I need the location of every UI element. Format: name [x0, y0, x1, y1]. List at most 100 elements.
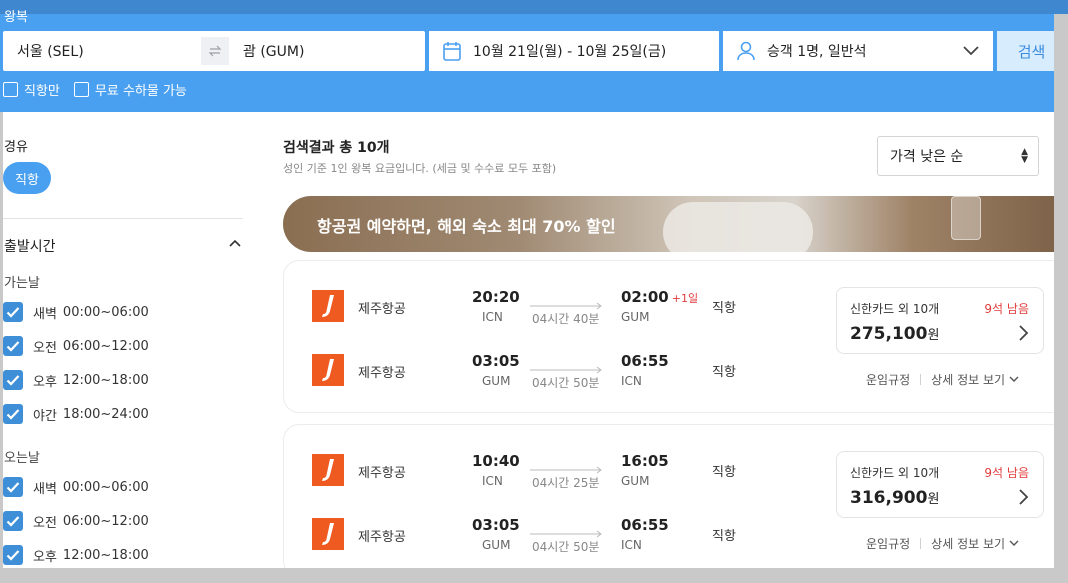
- time-slot-name: 오전: [33, 340, 57, 356]
- time-slot-checkbox[interactable]: 오후 12:00~18:00: [3, 370, 149, 390]
- check-icon: [6, 341, 20, 352]
- fare-rules-link[interactable]: 운임규정: [866, 371, 910, 388]
- checkbox-checked[interactable]: [3, 477, 23, 497]
- person-icon: [737, 41, 755, 61]
- flight-card[interactable]: 제주항공 20:20 ICN 04시간 40분 02:00 +1일 GUM 직항 제주항공 03:…: [283, 260, 1068, 413]
- banner-image-pillow: [663, 202, 813, 252]
- details-link[interactable]: 상세 정보 보기: [931, 371, 1019, 388]
- details-link-label: 상세 정보 보기: [931, 373, 1006, 387]
- departure-time-title: 출발시간: [4, 239, 56, 255]
- origin-input[interactable]: 서울 (SEL): [17, 41, 84, 61]
- time-slot-checkbox[interactable]: 오후 12:00~18:00: [3, 545, 149, 565]
- check-icon: [6, 482, 20, 493]
- airline-name: 제주항공: [358, 530, 406, 545]
- arrival-time-text: 02:00: [621, 288, 669, 306]
- check-icon: [6, 550, 20, 561]
- time-slot-range: 18:00~24:00: [62, 406, 149, 422]
- chevron-right-icon[interactable]: [1017, 489, 1029, 505]
- arrival-time-text: 06:55: [621, 516, 669, 534]
- airline-logo: [312, 290, 344, 322]
- card-links: 운임규정 상세 정보 보기: [866, 535, 1019, 552]
- swap-route-button[interactable]: [201, 37, 229, 65]
- seats-left-badge: 9석 남음: [984, 466, 1029, 480]
- airline-logo: [312, 354, 344, 386]
- chevron-right-icon[interactable]: [1017, 325, 1029, 341]
- next-day-badge: +1일: [671, 292, 699, 305]
- jeju-air-logo-icon: [322, 523, 334, 545]
- arrival-time: 06:55: [621, 516, 672, 534]
- checkbox-checked[interactable]: [3, 511, 23, 531]
- sort-value: 가격 낮은 순: [890, 149, 964, 165]
- date-range-text: 10월 21일(월) - 10월 25일(금): [473, 44, 667, 60]
- flight-card[interactable]: 제주항공 10:40 ICN 04시간 25분 16:05 GUM 직항 제주항공 03:05 G…: [283, 424, 1068, 577]
- checkbox-box[interactable]: [3, 82, 18, 97]
- sort-select[interactable]: 가격 낮은 순 ▲ ▼: [877, 136, 1039, 176]
- flight-segment: 제주항공 10:40 ICN 04시간 25분 16:05 GUM 직항: [284, 450, 824, 490]
- destination-input[interactable]: 괌 (GUM): [243, 41, 304, 61]
- search-filters: 직항만 무료 수하물 가능: [3, 80, 187, 99]
- time-slot-checkbox[interactable]: 야간 18:00~24:00: [3, 404, 149, 424]
- arrival-airport: GUM: [621, 474, 650, 488]
- airline-name: 제주항공: [358, 466, 406, 481]
- date-range-field[interactable]: 10월 21일(월) - 10월 25일(금): [429, 31, 719, 71]
- time-slot-name: 새벽: [33, 481, 57, 497]
- direct-chip[interactable]: 직항: [3, 162, 51, 194]
- check-icon: [6, 307, 20, 318]
- price-amount: 275,100: [850, 324, 928, 344]
- free-baggage-checkbox[interactable]: 무료 수하물 가능: [73, 80, 187, 99]
- price-box[interactable]: 신한카드 외 10개 9석 남음 316,900원: [836, 451, 1044, 518]
- chevron-down-icon: [1009, 376, 1019, 382]
- price-value: 316,900원: [850, 488, 939, 508]
- departure-airport: GUM: [482, 374, 511, 388]
- time-slot-checkbox[interactable]: 오전 06:00~12:00: [3, 336, 149, 356]
- time-slot-checkbox[interactable]: 새벽 00:00~06:00: [3, 302, 149, 322]
- checkbox-checked[interactable]: [3, 404, 23, 424]
- details-link[interactable]: 상세 정보 보기: [931, 535, 1019, 552]
- time-slot-name: 오후: [33, 374, 57, 390]
- departure-time: 10:40: [472, 452, 520, 470]
- price-box[interactable]: 신한카드 외 10개 9석 남음 275,100원: [836, 287, 1044, 354]
- departure-time: 03:05: [472, 352, 520, 370]
- arrival-time-text: 06:55: [621, 352, 669, 370]
- flight-duration: 04시간 50분: [532, 376, 600, 390]
- trip-type-label[interactable]: 왕복: [4, 6, 28, 25]
- details-link-label: 상세 정보 보기: [931, 537, 1006, 551]
- time-slot-name: 오전: [33, 515, 57, 531]
- promo-banner[interactable]: 항공권 예약하면, 해외 숙소 최대 70% 할인: [283, 196, 1068, 252]
- stops-info: 직항: [712, 365, 736, 380]
- swap-icon: [208, 45, 222, 57]
- fare-rules-link[interactable]: 운임규정: [866, 535, 910, 552]
- overlay-edge-bottom: [0, 568, 1068, 583]
- jeju-air-logo-icon: [322, 359, 334, 381]
- time-slot-checkbox[interactable]: 오전 06:00~12:00: [3, 511, 149, 531]
- checkbox-checked[interactable]: [3, 336, 23, 356]
- time-slot-range: 06:00~12:00: [62, 338, 149, 354]
- checkbox-checked[interactable]: [3, 370, 23, 390]
- check-icon: [6, 409, 20, 420]
- link-separator: [920, 374, 922, 385]
- sidebar-divider: [3, 218, 243, 219]
- time-slot-checkbox[interactable]: 새벽 00:00~06:00: [3, 477, 149, 497]
- checkbox-checked[interactable]: [3, 302, 23, 322]
- card-discount-label: 신한카드 외 10개: [850, 466, 940, 480]
- time-slot-range: 06:00~12:00: [62, 513, 149, 529]
- direct-only-checkbox[interactable]: 직항만: [3, 80, 60, 99]
- outbound-label: 가는날: [4, 276, 40, 291]
- price-amount: 316,900: [850, 488, 928, 508]
- arrival-airport: ICN: [621, 538, 642, 552]
- route-field[interactable]: 서울 (SEL) 괌 (GUM): [3, 31, 425, 71]
- link-separator: [920, 538, 922, 549]
- airline-name: 제주항공: [358, 302, 406, 317]
- chevron-up-icon[interactable]: [229, 238, 241, 250]
- jeju-air-logo-icon: [322, 295, 334, 317]
- passenger-text: 승객 1명, 일반석: [767, 44, 867, 60]
- time-slot-range: 00:00~06:00: [62, 479, 149, 495]
- stops-info: 직항: [712, 301, 736, 316]
- passenger-field[interactable]: 승객 1명, 일반석: [723, 31, 993, 71]
- checkbox-box[interactable]: [73, 82, 89, 97]
- arrival-time: 06:55: [621, 352, 672, 370]
- flight-segment: 제주항공 03:05 GUM 04시간 50분 06:55 ICN 직항: [284, 350, 824, 390]
- checkbox-checked[interactable]: [3, 545, 23, 565]
- arrival-airport: ICN: [621, 374, 642, 388]
- time-slot-range: 12:00~18:00: [62, 372, 149, 388]
